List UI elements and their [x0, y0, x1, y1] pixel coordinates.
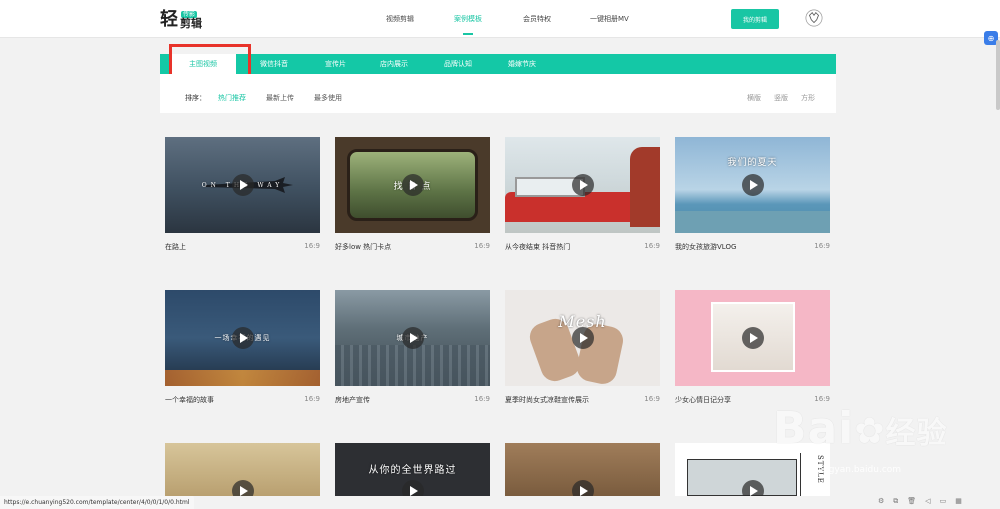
my-edits-button[interactable]: 我的剪辑: [731, 9, 779, 29]
template-thumbnail[interactable]: ON THE WAY: [165, 137, 320, 233]
template-title: 少女心情日记分享: [675, 396, 731, 404]
nav-video-edit[interactable]: 视频剪辑: [386, 14, 414, 24]
nav-case-templates[interactable]: 案例模板: [454, 14, 482, 24]
avatar[interactable]: [804, 8, 824, 28]
logo-right: 传影 剪辑: [180, 11, 202, 30]
template-ratio: 16:9: [814, 242, 830, 250]
template-ratio: 16:9: [814, 395, 830, 403]
template-card[interactable]: [165, 443, 320, 496]
category-bar: 主图视频 微信抖音 宣传片 店内展示 品牌认知 婚嫁节庆: [160, 54, 836, 74]
active-nav-underline: [463, 33, 473, 35]
template-card[interactable]: 城市地产 房地产宣传 16:9: [335, 290, 490, 404]
play-icon[interactable]: [742, 174, 764, 196]
template-title: 夏季时尚女式凉鞋宣传展示: [505, 396, 589, 404]
template-ratio: 16:9: [474, 395, 490, 403]
template-title: 从今夜结束 抖音热门: [505, 243, 571, 251]
template-title: 我的女孩旅游VLOG: [675, 243, 737, 251]
play-icon[interactable]: [742, 327, 764, 349]
template-card[interactable]: ON THE WAY 在路上 16:9: [165, 137, 320, 251]
browser-status-url: https://e.chuanying520.com/template/cent…: [0, 496, 194, 509]
play-icon[interactable]: [572, 480, 594, 496]
bottom-toolbar: ⚙ ⧉ 🗑 ◁ ▭ ▦: [878, 497, 971, 506]
sort-most-used[interactable]: 最多使用: [314, 93, 342, 103]
avatar-icon: [805, 9, 823, 27]
sort-hot[interactable]: 热门推荐: [218, 93, 246, 103]
baidu-watermark: Bai✿经验 jingyan.baidu.com: [773, 403, 948, 475]
template-card[interactable]: Mesh 夏季时尚女式凉鞋宣传展示 16:9: [505, 290, 660, 404]
template-thumbnail[interactable]: 从你的全世界路过: [335, 443, 490, 496]
template-thumbnail[interactable]: Mesh: [505, 290, 660, 386]
template-card[interactable]: 找 日 点 好多low 热门卡点 16:9: [335, 137, 490, 251]
thumbnail-caption: 我们的夏天: [727, 158, 778, 168]
template-thumbnail[interactable]: [165, 443, 320, 496]
template-card[interactable]: 一场幸福的遇见 一个幸福的故事 16:9: [165, 290, 320, 404]
template-ratio: 16:9: [644, 242, 660, 250]
paw-icon: ✿: [854, 411, 886, 452]
template-title: 房地产宣传: [335, 396, 370, 404]
logo-sub-text: 剪辑: [180, 17, 202, 30]
scrollbar-thumb[interactable]: [996, 40, 1000, 110]
watermark-text: Bai: [773, 403, 855, 454]
nav-member-privileges[interactable]: 会员特权: [523, 14, 551, 24]
play-icon[interactable]: [232, 327, 254, 349]
logo-main-text: 轻: [160, 9, 178, 30]
template-ratio: 16:9: [304, 242, 320, 250]
orientation-portrait[interactable]: 竖版: [774, 93, 788, 103]
volume-icon[interactable]: ◁: [925, 497, 930, 506]
sort-label: 排序：: [185, 94, 206, 102]
tab-promo-film[interactable]: 宣传片: [325, 54, 346, 74]
template-card[interactable]: 我们的夏天 我的女孩旅游VLOG 16:9: [675, 137, 830, 251]
tab-store-display[interactable]: 店内展示: [380, 54, 408, 74]
template-title: 好多low 热门卡点: [335, 243, 392, 251]
thumbnail-caption: 从你的全世界路过: [368, 465, 457, 476]
template-card[interactable]: 从今夜结束 抖音热门 16:9: [505, 137, 660, 251]
play-icon[interactable]: [572, 327, 594, 349]
logo[interactable]: 轻 传影 剪辑: [160, 8, 202, 30]
template-thumbnail[interactable]: [505, 443, 660, 496]
sort-latest[interactable]: 最新上传: [266, 93, 294, 103]
play-icon[interactable]: [402, 480, 424, 496]
template-title: 一个幸福的故事: [165, 396, 214, 404]
top-header: 轻 传影 剪辑 视频剪辑 案例模板 会员特权 一键相册MV 我的剪辑: [0, 0, 1000, 38]
copy-icon[interactable]: ⧉: [893, 497, 898, 506]
template-ratio: 16:9: [644, 395, 660, 403]
play-icon[interactable]: [572, 174, 594, 196]
orientation-square[interactable]: 方形: [801, 93, 815, 103]
template-thumbnail[interactable]: 城市地产: [335, 290, 490, 386]
template-thumbnail[interactable]: 找 日 点: [335, 137, 490, 233]
play-icon[interactable]: [232, 480, 254, 496]
window-icon[interactable]: ▭: [940, 497, 947, 506]
template-thumbnail[interactable]: [675, 290, 830, 386]
tab-wechat-douyin[interactable]: 微信抖音: [260, 54, 288, 74]
template-card[interactable]: 少女心情日记分享 16:9: [675, 290, 830, 404]
template-thumbnail[interactable]: [505, 137, 660, 233]
sort-panel: 排序： 热门推荐 最新上传 最多使用 横版 竖版 方形: [160, 74, 836, 113]
play-icon[interactable]: [742, 480, 764, 496]
template-thumbnail[interactable]: 我们的夏天: [675, 137, 830, 233]
template-card[interactable]: [505, 443, 660, 496]
template-title: 在路上: [165, 243, 186, 251]
layout-icon[interactable]: ▦: [955, 497, 962, 506]
template-thumbnail[interactable]: 一场幸福的遇见: [165, 290, 320, 386]
template-ratio: 16:9: [304, 395, 320, 403]
play-icon[interactable]: [232, 174, 254, 196]
tab-wedding-festival[interactable]: 婚嫁节庆: [508, 54, 536, 74]
watermark-url: jingyan.baidu.com: [818, 465, 902, 475]
watermark-text-2: 经验: [885, 416, 948, 451]
template-ratio: 16:9: [474, 242, 490, 250]
template-card[interactable]: 从你的全世界路过: [335, 443, 490, 496]
trash-icon[interactable]: 🗑: [907, 497, 916, 506]
orientation-landscape[interactable]: 横版: [747, 93, 761, 103]
play-icon[interactable]: [402, 174, 424, 196]
tab-brand-awareness[interactable]: 品牌认知: [444, 54, 472, 74]
play-icon[interactable]: [402, 327, 424, 349]
nav-album-mv[interactable]: 一键相册MV: [590, 14, 629, 24]
tool-icon[interactable]: ⚙: [878, 497, 884, 506]
